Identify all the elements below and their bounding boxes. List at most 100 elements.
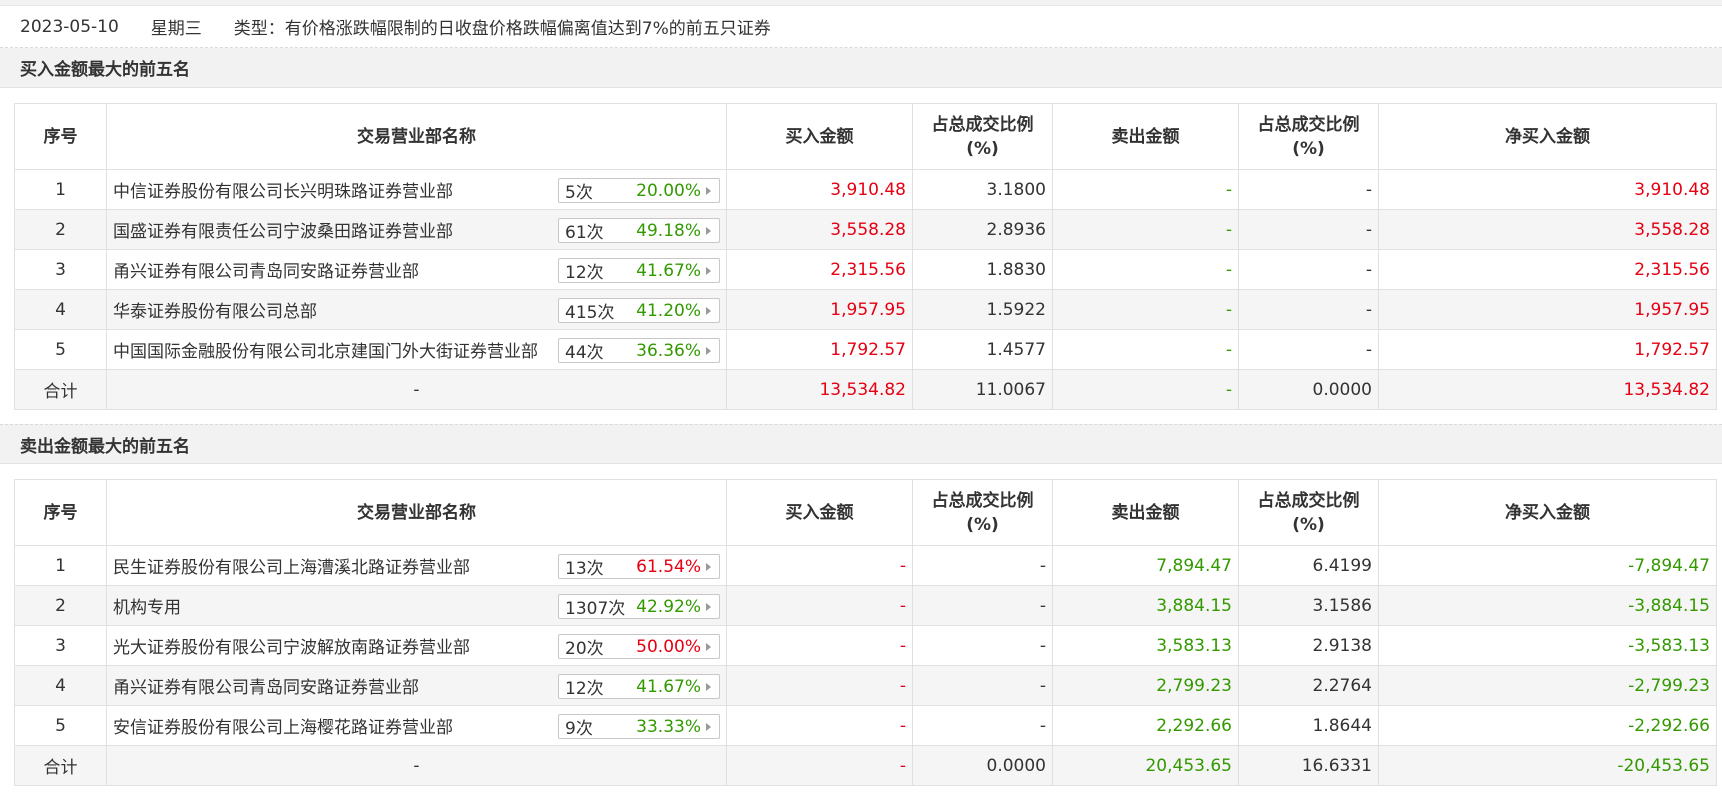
branch-name-link[interactable]: 民生证券股份有限公司上海漕溪北路证券营业部 [113,553,470,578]
col-header-buy: 买入金额 [726,103,913,170]
col-header-sell-ratio-line2: (%) [1292,138,1325,159]
sell-section-title: 卖出金额最大的前五名 [0,424,1722,464]
branch-name-link[interactable]: 甬兴证券有限公司青岛同安路证券营业部 [113,257,419,282]
appear-count: 13次 [565,559,604,579]
win-rate: 50.00% [636,636,701,657]
buy-amount: 3,558.28 [726,209,913,250]
col-header-idx: 序号 [14,479,107,546]
sell-amount: - [1052,289,1239,330]
buy-amount: 2,315.56 [726,249,913,290]
branch-name-link[interactable]: 华泰证券股份有限公司总部 [113,297,317,322]
col-header-sell-ratio-line1: 占总成交比例 [1257,490,1360,511]
caret-right-icon [706,602,711,611]
table-row: 3 甬兴证券有限公司青岛同安路证券营业部 12次 41.67% 2,315.56 1.88… [14,249,1717,290]
listing-type: 类型：有价格涨跌幅限制的日收盘价格跌幅偏离值达到7%的前五只证券 [233,19,771,39]
branch-stats-tag[interactable]: 5次 20.00% [558,178,720,203]
sell-amount: - [1052,249,1239,290]
branch-name-link[interactable]: 安信证券股份有限公司上海樱花路证券营业部 [113,713,453,738]
total-buy-ratio: 11.0067 [912,369,1053,410]
branch-name-link[interactable]: 甬兴证券有限公司青岛同安路证券营业部 [113,673,419,698]
col-header-buy-ratio: 占总成交比例 (%) [912,103,1053,170]
branch-stats-tag[interactable]: 415次 41.20% [558,298,720,323]
branch-name-link[interactable]: 光大证券股份有限公司宁波解放南路证券营业部 [113,633,470,658]
row-index: 3 [14,625,107,666]
col-header-sell: 卖出金额 [1052,479,1239,546]
total-row: 合计 -13,534.82 11.0067-0.0000 13,534.82 [14,369,1717,410]
branch-stats-tag[interactable]: 9次 33.33% [558,714,720,739]
buy-ratio: - [912,585,1053,626]
sell-ratio: 6.4199 [1238,545,1379,586]
branch-stats-tag[interactable]: 61次 49.18% [558,218,720,243]
net-amount: -2,292.66 [1378,705,1717,746]
row-index: 1 [14,545,107,586]
branch-stats-tag[interactable]: 1307次 42.92% [558,594,720,619]
col-header-sell-ratio-line2: (%) [1292,514,1325,535]
buy-ratio: 1.4577 [912,329,1053,370]
win-rate: 33.33% [636,716,701,737]
branch-name-link[interactable]: 机构专用 [113,593,181,618]
table-header-row: 序号 交易营业部名称 买入金额 占总成交比例 (%) 卖出金额 占总成交比例 (%)… [14,103,1717,170]
branch-cell: 光大证券股份有限公司宁波解放南路证券营业部 20次 50.00% [106,625,727,666]
branch-cell: 中信证券股份有限公司长兴明珠路证券营业部 5次 20.00% [106,169,727,210]
col-header-buy: 买入金额 [726,479,913,546]
caret-right-icon [706,346,711,355]
sell-ratio: - [1238,249,1379,290]
net-amount: 1,792.57 [1378,329,1717,370]
branch-stats-tag[interactable]: 13次 61.54% [558,554,720,579]
sell-amount: - [1052,169,1239,210]
row-index: 2 [14,209,107,250]
sell-amount: - [1052,329,1239,370]
caret-right-icon [706,306,711,315]
win-rate: 41.67% [636,676,701,697]
appear-count: 1307次 [565,599,626,619]
table-row: 3 光大证券股份有限公司宁波解放南路证券营业部 20次 50.00% - -3,583.1… [14,625,1717,666]
caret-right-icon [706,682,711,691]
buy-amount: 3,910.48 [726,169,913,210]
branch-name-link[interactable]: 中国国际金融股份有限公司北京建国门外大街证券营业部 [113,337,538,362]
buy-amount: - [726,545,913,586]
buy-ratio: 1.8830 [912,249,1053,290]
branch-stats-tag[interactable]: 44次 36.36% [558,338,720,363]
row-index: 4 [14,289,107,330]
caret-right-icon [706,722,711,731]
table-row: 2 国盛证券有限责任公司宁波桑田路证券营业部 61次 49.18% 3,558.28 2.… [14,209,1717,250]
buy-ratio: 1.5922 [912,289,1053,330]
row-index: 2 [14,585,107,626]
caret-right-icon [706,266,711,275]
branch-stats-tag[interactable]: 12次 41.67% [558,258,720,283]
col-header-net: 净买入金额 [1378,479,1717,546]
appear-count: 12次 [565,263,604,283]
sell-ratio: 2.9138 [1238,625,1379,666]
col-header-sell-ratio-line1: 占总成交比例 [1257,114,1360,135]
appear-count: 20次 [565,639,604,659]
appear-count: 415次 [565,303,615,323]
col-header-buy-ratio-line2: (%) [966,514,999,535]
branch-cell: 机构专用 1307次 42.92% [106,585,727,626]
table-header-row: 序号 交易营业部名称 买入金额 占总成交比例 (%) 卖出金额 占总成交比例 (%)… [14,479,1717,546]
win-rate: 36.36% [636,340,701,361]
branch-name-link[interactable]: 国盛证券有限责任公司宁波桑田路证券营业部 [113,217,453,242]
sell-amount: 3,583.13 [1052,625,1239,666]
sell-ratio: 2.2764 [1238,665,1379,706]
table-row: 1 中信证券股份有限公司长兴明珠路证券营业部 5次 20.00% 3,910.48 3.1… [14,169,1717,210]
total-buy-amount: - [726,745,913,786]
total-sell-ratio: 0.0000 [1238,369,1379,410]
col-header-buy-ratio-line1: 占总成交比例 [931,490,1034,511]
net-amount: -2,799.23 [1378,665,1717,706]
win-rate: 41.20% [636,300,701,321]
net-amount: -7,894.47 [1378,545,1717,586]
info-bar: 2023-05-10 星期三 类型：有价格涨跌幅限制的日收盘价格跌幅偏离值达到7… [0,6,1722,48]
branch-name-link[interactable]: 中信证券股份有限公司长兴明珠路证券营业部 [113,177,453,202]
sell-ratio: - [1238,209,1379,250]
buy-ratio: - [912,545,1053,586]
col-header-idx: 序号 [14,103,107,170]
branch-stats-tag[interactable]: 20次 50.00% [558,634,720,659]
buy-top5-table: 序号 交易营业部名称 买入金额 占总成交比例 (%) 卖出金额 占总成交比例 (%)… [14,103,1717,410]
sell-amount: 7,894.47 [1052,545,1239,586]
buy-amount: 1,957.95 [726,289,913,330]
branch-stats-tag[interactable]: 12次 41.67% [558,674,720,699]
table-row: 4 甬兴证券有限公司青岛同安路证券营业部 12次 41.67% - -2,799.23 2.… [14,665,1717,706]
sell-ratio: - [1238,169,1379,210]
col-header-sell: 卖出金额 [1052,103,1239,170]
total-sell-amount: - [1052,369,1239,410]
